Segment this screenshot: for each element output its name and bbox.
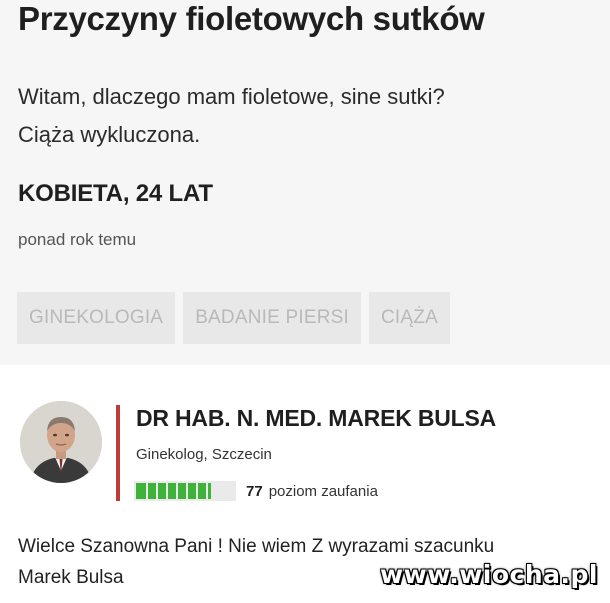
- watermark: www.wiocha.pl: [380, 560, 598, 589]
- trust-meter: [134, 481, 236, 501]
- question-timestamp: ponad rok temu: [18, 230, 137, 249]
- question-author: KOBIETA, 24 LAT: [18, 180, 213, 207]
- tag-ciaza[interactable]: CIĄŻA: [368, 292, 450, 344]
- question-body-line: Ciąża wykluczona.: [18, 122, 201, 147]
- doctor-name[interactable]: DR HAB. N. MED. MAREK BULSA: [136, 405, 496, 432]
- trust-meter-gap: [206, 483, 208, 499]
- trust-meter-gap: [186, 483, 188, 499]
- doctor-specialty: Ginekolog, Szczecin: [136, 446, 272, 463]
- trust-meter-gap: [196, 483, 198, 499]
- trust-meter-gap: [166, 483, 168, 499]
- question-body: Witam, dlaczego mam fioletowe, sine sutk…: [18, 78, 588, 154]
- tag-list: GINEKOLOGIA BADANIE PIERSI CIĄŻA: [17, 292, 450, 344]
- trust-indicator: 77 poziom zaufania: [134, 481, 378, 501]
- doctor-avatar[interactable]: [20, 401, 102, 483]
- avatar-photo-icon: [20, 401, 102, 483]
- question-body-line: Witam, dlaczego mam fioletowe, sine sutk…: [18, 84, 445, 109]
- doctor-accent-bar: [116, 405, 120, 501]
- trust-meter-gap: [146, 483, 148, 499]
- answer-line: Wielce Szanowna Pani ! Nie wiem Z wyraza…: [18, 536, 495, 557]
- trust-meter-gap: [156, 483, 158, 499]
- trust-label: poziom zaufania: [268, 482, 378, 500]
- trust-score: 77: [246, 482, 263, 500]
- tag-badanie-piersi[interactable]: BADANIE PIERSI: [183, 292, 361, 344]
- tag-ginekologia[interactable]: GINEKOLOGIA: [17, 292, 176, 344]
- question-panel: Przyczyny fioletowych sutków Witam, dlac…: [0, 0, 610, 365]
- question-title: Przyczyny fioletowych sutków: [18, 0, 485, 37]
- trust-meter-gap: [176, 483, 178, 499]
